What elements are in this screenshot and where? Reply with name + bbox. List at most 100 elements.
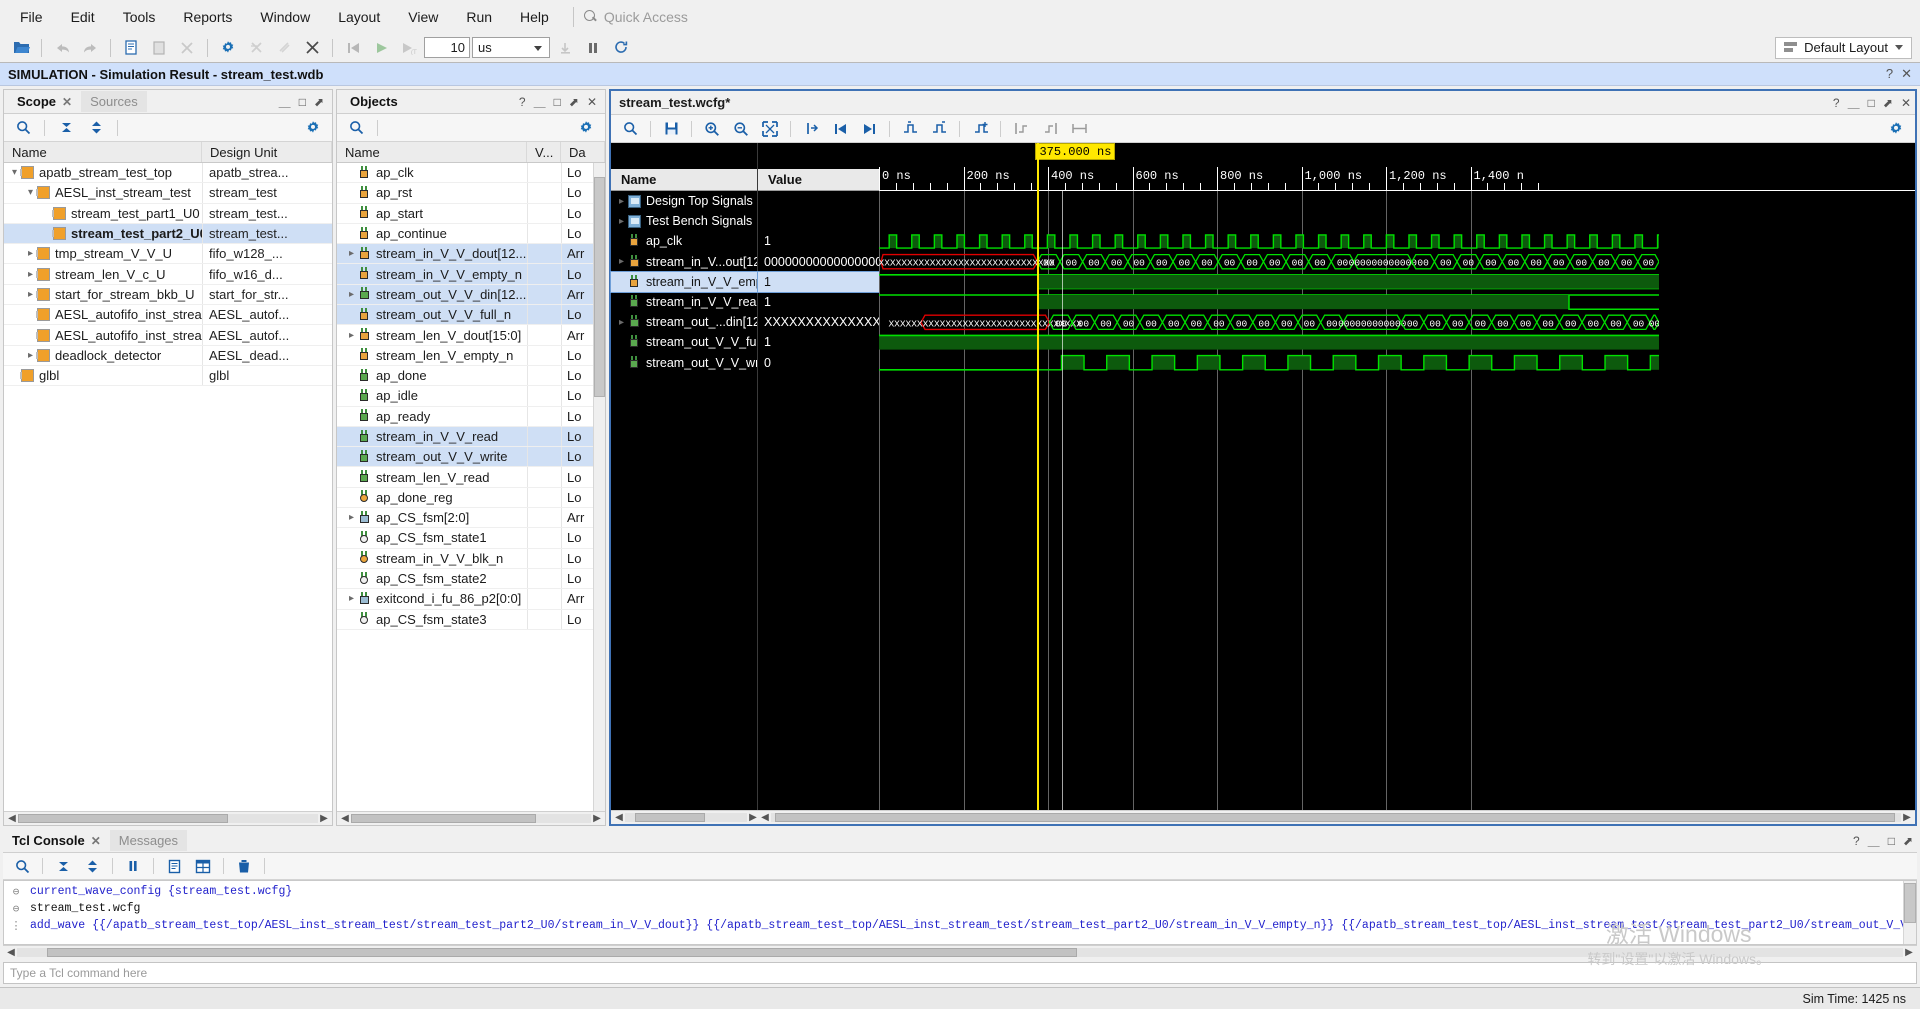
open-project-icon[interactable] [8,36,34,60]
object-row[interactable]: stream_in_V_V_blk_n Lo [337,548,605,569]
waveform-traces[interactable]: XXXXXXXXXXXXXXXXXXXXXXXXXXXXXXXXXX 00 00 00… [879,191,1915,810]
waveform-time-ruler[interactable]: 0 ns 200 ns 400 ns 600 ns 800 ns 1,000 ns 1,20… [879,143,1915,191]
scroll-right-icon[interactable]: ▶ [1903,947,1915,958]
menu-reports[interactable]: Reports [169,5,246,29]
waveform-signal-row[interactable]: stream_out_V_V_write [611,353,757,373]
prev-transition-icon[interactable] [897,117,923,141]
search-icon[interactable] [343,116,369,140]
menu-help[interactable]: Help [506,5,563,29]
collapse-all-icon[interactable] [53,116,79,140]
quick-access-box[interactable]: Quick Access [583,9,688,25]
layout-selector[interactable]: Default Layout [1775,36,1912,59]
object-row[interactable]: ▸ exitcond_i_fu_86_p2[0:0] Arr [337,589,605,610]
close-icon[interactable]: ✕ [587,95,597,109]
maximize-icon[interactable]: □ [1888,834,1895,848]
add-marker-icon[interactable] [967,117,993,141]
expand-all-icon[interactable] [83,116,109,140]
waveform-signal-row[interactable]: stream_in_V_V_empty_n [610,270,758,293]
menu-view[interactable]: View [394,5,452,29]
waveform-signal-row[interactable]: ▸ stream_in_V...out[127:0] [611,252,757,272]
waveform-signal-row[interactable]: stream_in_V_V_read [611,292,757,312]
waveform-value-cell[interactable]: 0 [758,353,879,373]
next-transition-icon[interactable] [926,117,952,141]
minimize-icon[interactable]: ＿ [1848,94,1860,111]
close-icon[interactable]: ✕ [1901,66,1912,82]
chevron-right-icon[interactable]: ▸ [345,512,358,523]
minimize-icon[interactable]: ＿ [1868,832,1880,849]
objects-hscrollbar[interactable]: ◀ ▶ [337,811,605,825]
scope-hscrollbar[interactable]: ◀ ▶ [4,811,332,825]
objects-col-name[interactable]: Name [337,142,527,162]
menu-layout[interactable]: Layout [324,5,394,29]
settings-gear-icon[interactable] [215,36,241,60]
scope-col-design-unit[interactable]: Design Unit [202,142,332,162]
tab-scope[interactable]: Scope ✕ [8,91,81,112]
object-row[interactable]: ap_continue Lo [337,223,605,245]
next-marker-icon[interactable] [1037,117,1063,141]
relaunch-sim-icon[interactable] [608,36,634,60]
relaunch-icon[interactable] [271,36,297,60]
scroll-left-icon[interactable]: ◀ [6,813,18,824]
object-row[interactable]: ap_clk Lo [337,163,605,184]
waveform-signal-row[interactable]: ap_clk [611,231,757,251]
chevron-right-icon[interactable]: ▸ [345,248,358,259]
waveform-value-column[interactable]: Value 1 00000000000000000 1 1 XXXXXXXXXXXXXX… [757,143,880,810]
expand-all-icon[interactable] [79,854,105,878]
scope-row[interactable]: ▾ apatb_stream_test_top apatb_strea... [4,163,332,184]
scroll-left-icon[interactable]: ◀ [613,812,625,823]
waveform-name-column[interactable]: Name ▸ Design Top Signals ▸ Test Bench Sign… [610,143,758,810]
help-icon[interactable]: ? [1886,66,1893,82]
waveform-value-cell[interactable]: XXXXXXXXXXXXXXXXX [758,312,879,332]
chevron-right-icon[interactable]: ▸ [345,330,358,341]
object-row[interactable]: ap_idle Lo [337,386,605,407]
object-row[interactable]: stream_out_V_V_full_n Lo [337,305,605,326]
zoom-out-icon[interactable] [728,117,754,141]
run-all-icon[interactable] [368,36,394,60]
scope-row[interactable]: ▸ tmp_stream_V_V_U fifo_w128_... [4,244,332,265]
help-icon[interactable]: ? [519,95,526,109]
objects-vscrollbar[interactable] [593,163,605,811]
copy-icon[interactable] [161,854,187,878]
float-icon[interactable]: ⬈ [1883,96,1893,110]
waveform-value-cell[interactable] [758,191,879,211]
scroll-right-icon[interactable]: ▶ [747,812,759,823]
object-row[interactable]: ▸ stream_in_V_V_dout[12... Arr [337,244,605,265]
chevron-right-icon[interactable]: ▸ [345,289,358,300]
float-icon[interactable]: ⬈ [569,95,579,109]
scope-row[interactable]: ▸ deadlock_detector AESL_dead... [4,345,332,366]
help-icon[interactable]: ? [1833,96,1840,110]
object-row[interactable]: stream_in_V_V_empty_n Lo [337,264,605,285]
scope-row[interactable]: stream_test_part2_U0 stream_test... [4,223,332,245]
object-row[interactable]: ap_start Lo [337,203,605,224]
waveform-marker-line[interactable] [1062,191,1064,810]
console-gutter-icon[interactable]: ⊖ [6,885,26,899]
close-icon[interactable]: ✕ [1901,96,1911,110]
scope-col-name[interactable]: Name [4,142,202,162]
save-icon[interactable] [658,117,684,141]
waveform-signal-row[interactable]: ▸ Test Bench Signals [611,211,757,231]
scope-row[interactable]: ▸ start_for_stream_bkb_U start_for_str... [4,284,332,306]
search-icon[interactable] [10,116,36,140]
object-row[interactable]: ap_CS_fsm_state2 Lo [337,568,605,590]
minimize-icon[interactable]: ＿ [534,93,546,110]
waveform-signal-row[interactable]: ▸ Design Top Signals [611,191,757,211]
wave-scroll-right-icon[interactable]: ▶ [1901,812,1913,823]
console-vscrollbar[interactable] [1903,881,1916,944]
collapse-all-icon[interactable] [50,854,76,878]
console-output[interactable]: ⊖ current_wave_config {stream_test.wcfg} ⊖… [3,880,1917,945]
run-time-unit-select[interactable]: us [472,37,550,58]
goto-end-icon[interactable] [856,117,882,141]
gear-icon[interactable] [1883,117,1909,141]
goto-cursor-icon[interactable] [798,117,824,141]
wave-scroll-left-icon[interactable]: ◀ [759,812,771,823]
scope-tree[interactable]: ▾ apatb_stream_test_top apatb_strea... ▾ AES… [4,163,332,811]
object-row[interactable]: ap_done_reg Lo [337,487,605,509]
waveform-value-cell[interactable]: 1 [758,292,879,312]
clear-console-icon[interactable] [231,854,257,878]
step-icon[interactable] [552,36,578,60]
objects-col-value[interactable]: V... [527,142,561,162]
tab-objects[interactable]: Objects [341,91,407,112]
objects-col-data[interactable]: Da [561,142,605,162]
copy-icon[interactable] [118,36,144,60]
redo-icon[interactable] [77,36,103,60]
